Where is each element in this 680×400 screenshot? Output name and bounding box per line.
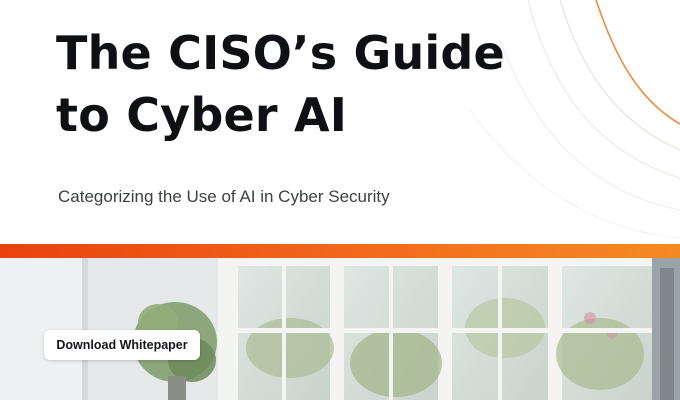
- page-title-line-1: The CISO’s Guide: [56, 26, 505, 80]
- office-window-photo-graphic: [0, 258, 680, 400]
- download-whitepaper-button[interactable]: Download Whitepaper: [44, 330, 200, 360]
- office-window-photo: [0, 258, 680, 400]
- accent-bar: [0, 244, 680, 258]
- page-subtitle: Categorizing the Use of AI in Cyber Secu…: [58, 187, 390, 206]
- page-title-line-2: to Cyber AI: [56, 88, 348, 142]
- page-title: The CISO’s Guide to Cyber AI: [56, 22, 616, 146]
- hero-section: The CISO’s Guide to Cyber AI Categorizin…: [0, 0, 680, 244]
